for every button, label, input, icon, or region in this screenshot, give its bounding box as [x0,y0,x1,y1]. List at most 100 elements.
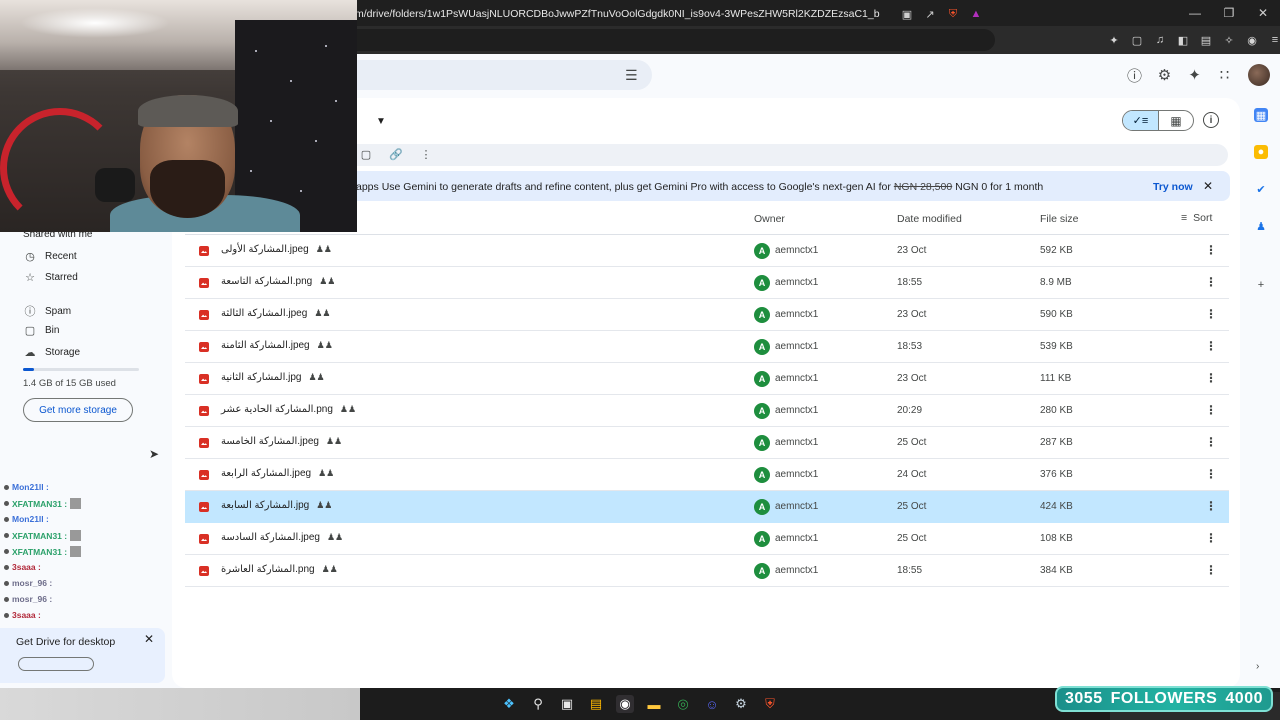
tab-search-icon[interactable]: ▢ [1130,33,1144,47]
file-name[interactable]: المشاركة العاشرة.png ♟♟ [221,564,338,575]
file-row[interactable]: المشاركة الثانية.jpg ♟♟ Aaemnctx1 23 Oct 111… [185,363,1229,395]
ai-icon[interactable]: ✧ [1222,33,1236,47]
file-name[interactable]: المشاركة الحادية عشر.png ♟♟ [221,404,356,415]
more-vert-icon[interactable]: ⋮ [1205,307,1217,321]
maximize-icon[interactable]: ❐ [1212,0,1246,26]
file-name[interactable]: المشاركة الثالثة.jpeg ♟♟ [221,308,330,319]
tasks-icon[interactable]: ✔ [1254,182,1268,196]
steam-icon[interactable]: ⚙ [732,695,750,713]
more-vert-icon[interactable]: ⋮ [1205,499,1217,513]
file-row[interactable]: المشاركة الحادية عشر.png ♟♟ Aaemnctx1 20:29… [185,395,1229,427]
minimize-icon[interactable]: — [1178,0,1212,26]
store-icon[interactable]: ▤ [587,695,605,713]
taskbar-apps: ❖ ⚲ ▣ ▤ ◉ ▬ ◎ ☺ ⚙ ⛨ [500,695,779,713]
column-owner[interactable]: Owner [754,213,785,225]
file-name[interactable]: المشاركة الخامسة.jpeg ♟♟ [221,436,342,447]
file-row[interactable]: المشاركة الرابعة.jpeg ♟♟ Aaemnctx1 24 Oct 37… [185,459,1229,491]
file-explorer-icon[interactable]: ▬ [645,695,663,713]
more-vert-icon[interactable]: ⋮ [1205,371,1217,385]
close-window-icon[interactable]: ✕ [1246,0,1280,26]
nav-spam[interactable]: ⓘ Spam [23,303,72,319]
more-vert-icon[interactable]: ⋮ [1205,467,1217,481]
sidebar-icon[interactable]: ◧ [1176,33,1190,47]
discord-icon[interactable]: ☺ [703,695,721,713]
address-bar[interactable] [340,29,995,51]
account-avatar[interactable] [1248,64,1270,86]
obs-icon[interactable]: ◉ [616,695,634,713]
file-row[interactable]: المشاركة الأولى.jpeg ♟♟ Aaemnctx1 23 Oct 592… [185,235,1229,267]
keep-icon[interactable]: ● [1254,145,1268,159]
media-icon[interactable]: ♫ [1153,33,1167,47]
more-actions-icon[interactable]: ⋮ [420,147,432,161]
popup-action-button[interactable] [18,657,94,671]
file-name[interactable]: المشاركة الثانية.jpg ♟♟ [221,372,325,383]
column-file-size[interactable]: File size [1040,213,1079,225]
nav-storage[interactable]: ☁ Storage [23,346,81,359]
more-vert-icon[interactable]: ⋮ [1205,531,1217,545]
file-row[interactable]: المشاركة الخامسة.jpeg ♟♟ Aaemnctx1 25 Oct 28… [185,427,1229,459]
more-vert-icon[interactable]: ⋮ [1205,243,1217,257]
image-file-icon [199,342,209,352]
file-name[interactable]: المشاركة السادسة.jpeg ♟♟ [221,532,343,543]
file-row[interactable]: المشاركة الثالثة.jpeg ♟♟ Aaemnctx1 23 Oct 59… [185,299,1229,331]
delete-icon[interactable]: ▢ [360,147,372,161]
copy-link-icon[interactable]: 🔗 [389,147,403,161]
apps-grid-icon[interactable]: ∷ [1215,66,1234,85]
folder-dropdown-icon[interactable]: ▼ [376,116,386,127]
nav-bin[interactable]: ▢ Bin [23,324,60,337]
menu-icon[interactable]: ≡ [1268,33,1280,47]
sort-button[interactable]: ≡ Sort [1181,212,1212,224]
close-icon[interactable]: ✕ [1203,179,1213,193]
extensions-icon[interactable]: ✦ [1107,33,1121,47]
column-date-modified[interactable]: Date modified [897,213,962,225]
nav-recent[interactable]: ◷ Recent [23,250,77,263]
file-name[interactable]: المشاركة الرابعة.jpeg ♟♟ [221,468,334,479]
list-view-icon[interactable]: ✓≡ [1123,111,1158,130]
cast-icon[interactable]: ▣ [900,7,914,21]
more-vert-icon[interactable]: ⋮ [1205,435,1217,449]
owner-avatar: A [754,371,770,387]
file-size: 287 KB [1040,437,1073,448]
brave-rewards-icon[interactable]: ▲ [969,7,983,21]
task-view-icon[interactable]: ▣ [558,695,576,713]
file-row[interactable]: المشاركة السادسة.jpeg ♟♟ Aaemnctx1 25 Oct 10… [185,523,1229,555]
share-icon[interactable]: ↗ [923,7,937,21]
vpn-icon[interactable]: ◉ [1245,33,1259,47]
get-more-storage-button[interactable]: Get more storage [23,398,133,422]
file-row[interactable]: المشاركة العاشرة.png ♟♟ Aaemnctx1 18:55 384 … [185,555,1229,587]
brave-icon[interactable]: ⛨ [761,695,779,713]
file-size: 8.9 MB [1040,277,1072,288]
popup-close-icon[interactable]: ✕ [144,632,154,646]
wallet-icon[interactable]: ▤ [1199,33,1213,47]
settings-gear-icon[interactable]: ⚙ [1155,66,1174,85]
calendar-icon[interactable]: ▦ [1254,108,1268,122]
add-addon-icon[interactable]: + [1254,278,1268,292]
search-filter-icon[interactable]: ☰ [625,67,638,84]
more-vert-icon[interactable]: ⋮ [1205,563,1217,577]
file-name[interactable]: المشاركة الأولى.jpeg ♟♟ [221,244,332,255]
search-icon[interactable]: ⚲ [529,695,547,713]
url-text[interactable]: m/drive/folders/1w1PsWUasjNLUORCDBoJwwPZ… [355,8,880,20]
nav-starred[interactable]: ☆ Starred [23,271,78,284]
owner-avatar: A [754,435,770,451]
file-name[interactable]: المشاركة الثامنة.jpeg ♟♟ [221,340,333,351]
gemini-sparkle-icon[interactable]: ✦ [1185,66,1204,85]
file-row[interactable]: المشاركة الثامنة.jpeg ♟♟ Aaemnctx1 18:53 539… [185,331,1229,363]
file-name[interactable]: المشاركة السابعة.jpg ♟♟ [221,500,332,511]
chrome-icon[interactable]: ◎ [674,695,692,713]
file-name[interactable]: المشاركة التاسعة.png ♟♟ [221,276,335,287]
scroll-right-icon[interactable]: › [1256,661,1259,672]
file-row[interactable]: المشاركة التاسعة.png ♟♟ Aaemnctx1 18:55 8.9 … [185,267,1229,299]
more-vert-icon[interactable]: ⋮ [1205,403,1217,417]
contacts-icon[interactable]: ♟ [1254,219,1268,233]
try-now-button[interactable]: Try now [1153,181,1193,193]
more-vert-icon[interactable]: ⋮ [1205,339,1217,353]
more-vert-icon[interactable]: ⋮ [1205,275,1217,289]
file-row[interactable]: المشاركة السابعة.jpg ♟♟ Aaemnctx1 25 Oct 424… [185,491,1229,523]
brave-shield-icon[interactable]: ⛨ [946,7,960,21]
followers-count: 3055 [1065,690,1103,707]
grid-view-icon[interactable]: ▦ [1157,111,1193,130]
help-icon[interactable]: ⓘ [1125,66,1144,85]
start-icon[interactable]: ❖ [500,695,518,713]
details-info-icon[interactable]: i [1203,112,1219,128]
